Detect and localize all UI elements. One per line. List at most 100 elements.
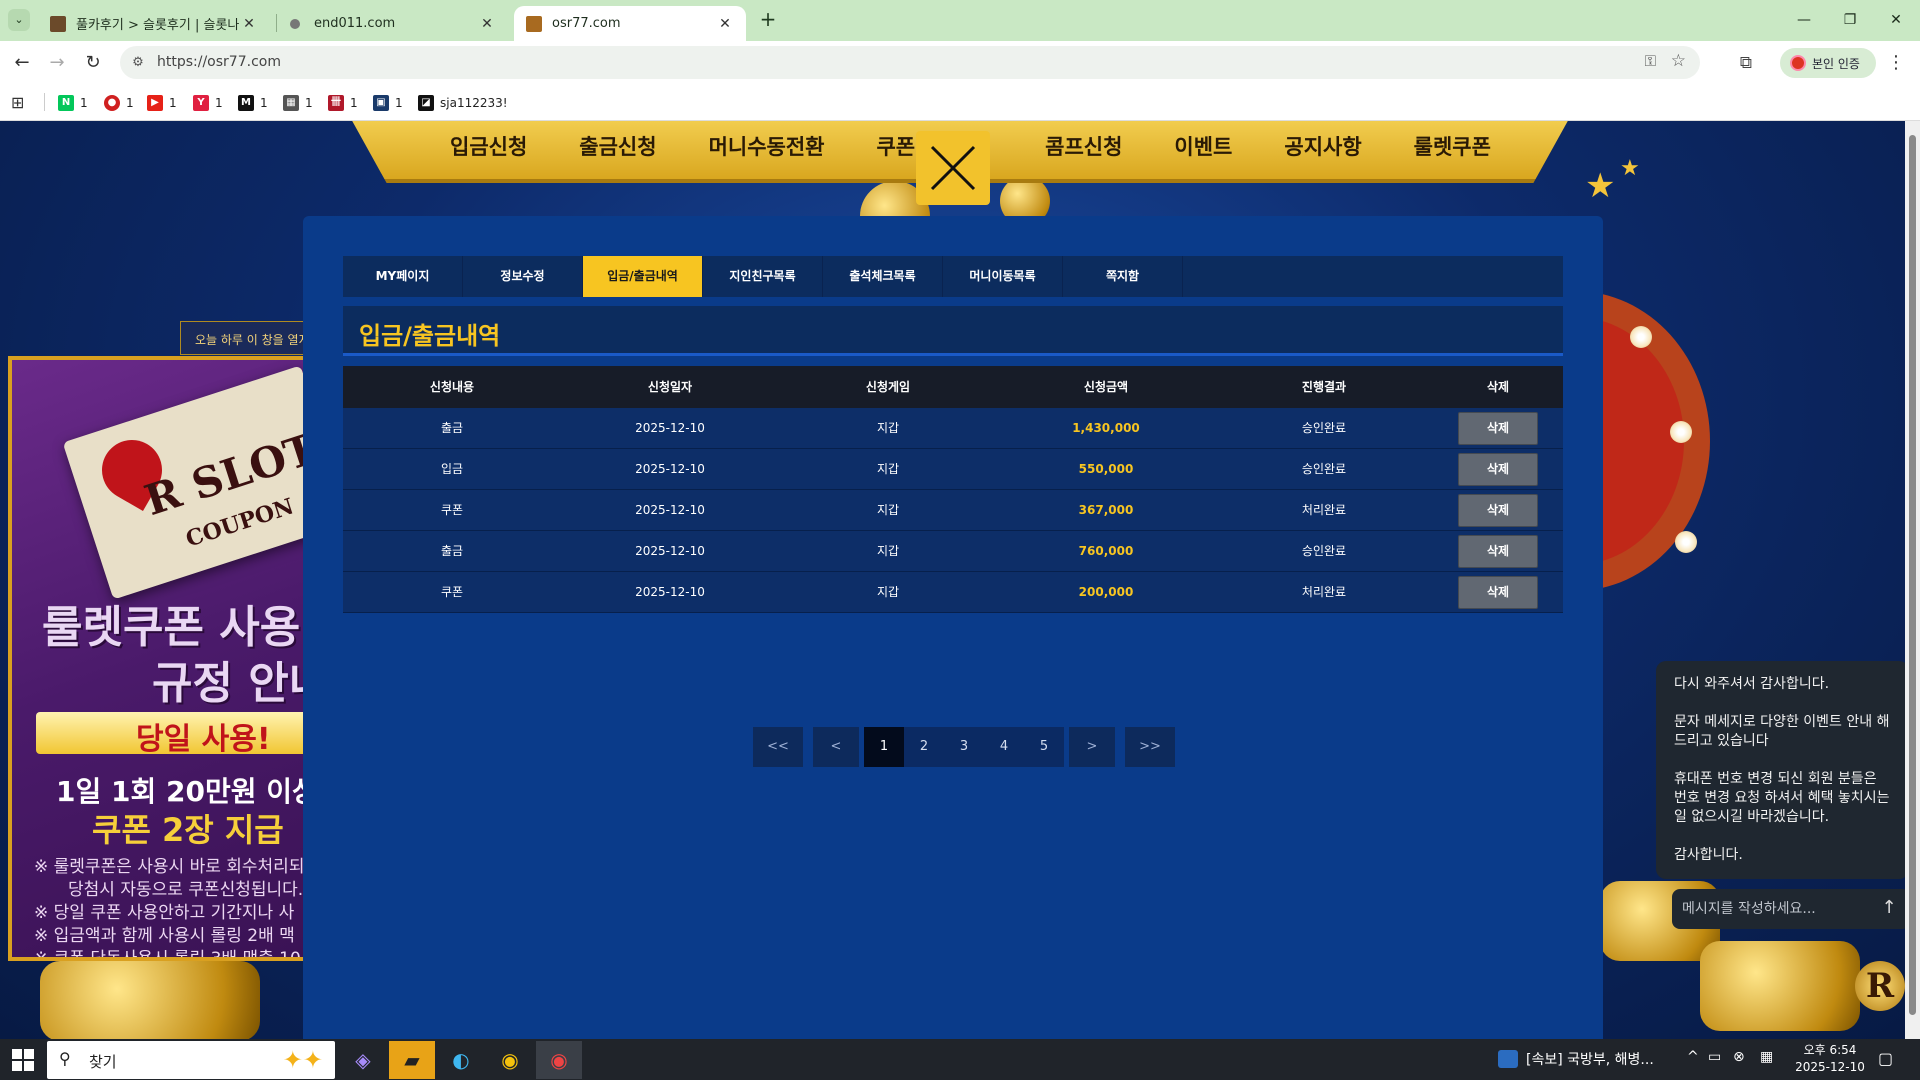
browser-tab-bar: ⌄ 풀카후기 > 슬롯후기 | 슬롯나라 ✕ end011.com ✕ osr7… xyxy=(0,0,1920,41)
browser-tab-2[interactable]: end011.com ✕ xyxy=(278,6,508,41)
delete-button[interactable]: 삭제 xyxy=(1458,452,1538,486)
bookmark-item[interactable]: ▣ 1 xyxy=(373,92,403,114)
col-header: 신청게임 xyxy=(865,380,911,394)
col-header: 신청금액 xyxy=(1083,380,1129,394)
bookmark-label: 1 xyxy=(350,96,358,110)
tab-mypage[interactable]: MY페이지 xyxy=(343,256,463,297)
tab-messages[interactable]: 쪽지함 xyxy=(1063,256,1183,297)
chat-message: 휴대폰 번호 변경 되신 회원 분들은 번호 변경 요청 하셔서 혜택 놓치시는… xyxy=(1674,771,1890,825)
bookmark-item[interactable]: 卌1 xyxy=(328,92,358,114)
tab-search-chevron-icon[interactable]: ⌄ xyxy=(8,9,30,31)
bookmark-item[interactable]: ● 1 xyxy=(104,92,134,114)
tray-chevron-icon[interactable]: ^ xyxy=(1687,1049,1699,1065)
nav-deposit[interactable]: 입금신청 xyxy=(450,131,527,171)
pager-next-button[interactable]: > xyxy=(1069,727,1115,767)
promo-heading: 룰렛쿠폰 사용 규정 안내 xyxy=(42,600,329,712)
table-header: 신청내용 신청일자 신청게임 신청금액 진행결과 삭제 xyxy=(343,366,1563,408)
wheel-bulb xyxy=(1630,326,1652,348)
profile-button[interactable]: 본인 인증 xyxy=(1780,48,1876,78)
pager-last-button[interactable]: >> xyxy=(1125,727,1175,767)
pager-page-2[interactable]: 2 xyxy=(904,727,944,767)
url-text[interactable]: https://osr77.com xyxy=(157,54,281,70)
forward-arrow-icon[interactable]: → xyxy=(44,50,70,76)
delete-button[interactable]: 삭제 xyxy=(1458,575,1538,609)
taskbar-search-box[interactable]: ⚲ 찾기 ✦✦ xyxy=(47,1041,335,1079)
back-arrow-icon[interactable]: ← xyxy=(9,50,35,76)
pager-prev-button[interactable]: < xyxy=(813,727,859,767)
nav-coupon[interactable]: 쿠폰 xyxy=(876,131,915,171)
bookmark-item[interactable]: M1 xyxy=(238,92,268,114)
network-icon[interactable]: ▭ xyxy=(1708,1049,1721,1065)
windows-start-icon[interactable] xyxy=(12,1049,34,1071)
browser-tab-3-active[interactable]: osr77.com ✕ xyxy=(514,6,746,41)
notification-icon[interactable]: ▢ xyxy=(1878,1049,1893,1068)
popup-close-button[interactable] xyxy=(916,131,990,205)
bookmark-star-icon[interactable]: ☆ xyxy=(1671,51,1686,71)
taskbar-news[interactable]: [속보] 국방부, 해병... xyxy=(1498,1049,1654,1069)
promo-notes: ※ 룰렛쿠폰은 사용시 바로 회수처리되 당첨시 자동으로 쿠폰신청됩니다. ※… xyxy=(34,856,304,957)
taskbar-clock[interactable]: 오후 6:54 2025-12-10 xyxy=(1790,1042,1870,1076)
bookmark-item[interactable]: Y1 xyxy=(193,92,223,114)
pager-page-5[interactable]: 5 xyxy=(1024,727,1064,767)
chat-input[interactable] xyxy=(1682,898,1872,920)
ime-icon[interactable]: ▦ xyxy=(1760,1049,1773,1065)
cell-amount: 760,000 xyxy=(1078,544,1134,558)
nav-roulette-coupon[interactable]: 룰렛쿠폰 xyxy=(1414,131,1491,171)
scrollbar-thumb[interactable] xyxy=(1909,135,1916,1015)
address-bar[interactable]: ⚙ https://osr77.com ⚿ ☆ xyxy=(120,46,1700,79)
grid-red-icon: 卌 xyxy=(328,95,344,111)
bookmark-item[interactable]: ▶ 1 xyxy=(147,92,177,114)
nav-notice[interactable]: 공지사항 xyxy=(1284,131,1361,171)
nav-money-transfer[interactable]: 머니수동전환 xyxy=(709,131,825,171)
r-slot-logo[interactable]: R xyxy=(1855,961,1905,1011)
cell-game: 지갑 xyxy=(876,585,900,599)
col-header: 진행결과 xyxy=(1301,380,1347,394)
bookmark-item[interactable]: ▦ 1 xyxy=(283,92,313,114)
tab-close-icon[interactable]: ✕ xyxy=(716,16,734,32)
bookmark-item[interactable]: N1 xyxy=(58,92,88,114)
delete-button[interactable]: 삭제 xyxy=(1458,493,1538,527)
bookmark-item[interactable]: ◪ sja112233! xyxy=(418,92,508,114)
chrome-active-icon[interactable]: ◉ xyxy=(536,1041,582,1079)
tab-money-move[interactable]: 머니이동목록 xyxy=(943,256,1063,297)
tab-close-icon[interactable]: ✕ xyxy=(240,16,258,32)
extensions-puzzle-icon[interactable]: ⧉ xyxy=(1733,50,1759,76)
minimize-icon[interactable]: — xyxy=(1784,8,1824,32)
delete-button[interactable]: 삭제 xyxy=(1458,411,1538,445)
star-decoration-icon: ★ xyxy=(1585,166,1616,206)
edge-icon[interactable]: ◐ xyxy=(438,1041,484,1079)
restore-icon[interactable]: ❐ xyxy=(1830,8,1870,32)
password-key-icon[interactable]: ⚿ xyxy=(1645,52,1656,70)
tab-edit-info[interactable]: 정보수정 xyxy=(463,256,583,297)
reload-icon[interactable]: ↻ xyxy=(80,50,106,76)
nav-withdraw[interactable]: 출금신청 xyxy=(579,131,656,171)
bookmarks-bar: ⊞ N1 ● 1 ▶ 1 Y1 M1 ▦ 1 卌1 ▣ 1 ◪ sja112233! xyxy=(0,84,1920,121)
apps-grid-icon[interactable]: ⊞ xyxy=(11,93,24,112)
promo-popup[interactable]: R SLOT COUPON 룰렛쿠폰 사용 규정 안내 당일 사용! 1일 1회… xyxy=(8,356,338,961)
nav-comp[interactable]: 콤프신청 xyxy=(1045,131,1122,171)
nav-event[interactable]: 이벤트 xyxy=(1174,131,1232,171)
tab-close-icon[interactable]: ✕ xyxy=(478,16,496,32)
pager-page-1[interactable]: 1 xyxy=(864,727,904,767)
tab-attendance[interactable]: 출석체크목록 xyxy=(823,256,943,297)
window-close-icon[interactable]: ✕ xyxy=(1876,8,1916,32)
send-arrow-icon[interactable]: ↑ xyxy=(1878,897,1900,921)
chat-message-bubble: 다시 와주셔서 감사합니다. 문자 메세지로 다양한 이벤트 안내 해드리고 있… xyxy=(1656,661,1905,879)
volume-muted-icon[interactable]: ⊗ xyxy=(1733,1049,1745,1065)
wheel-bulb xyxy=(1670,421,1692,443)
pager-first-button[interactable]: << xyxy=(753,727,803,767)
chrome-icon[interactable]: ◉ xyxy=(487,1041,533,1079)
site-info-icon[interactable]: ⚙ xyxy=(128,53,148,73)
chat-input-box[interactable]: ↑ xyxy=(1672,889,1905,929)
copilot-icon[interactable]: ◈ xyxy=(340,1041,386,1079)
new-tab-button[interactable]: + xyxy=(756,8,780,32)
browser-menu-icon[interactable]: ⋮ xyxy=(1886,50,1906,76)
tab-transaction-history[interactable]: 입금/출금내역 xyxy=(583,256,703,297)
pager-page-4[interactable]: 4 xyxy=(984,727,1024,767)
tab-friends[interactable]: 지인친구목록 xyxy=(703,256,823,297)
delete-button[interactable]: 삭제 xyxy=(1458,534,1538,568)
pager-page-3[interactable]: 3 xyxy=(944,727,984,767)
browser-tab-1[interactable]: 풀카후기 > 슬롯후기 | 슬롯나라 ✕ xyxy=(38,6,270,41)
sticky-notes-icon[interactable]: ▰ xyxy=(389,1041,435,1079)
page-scrollbar[interactable] xyxy=(1905,121,1920,1039)
